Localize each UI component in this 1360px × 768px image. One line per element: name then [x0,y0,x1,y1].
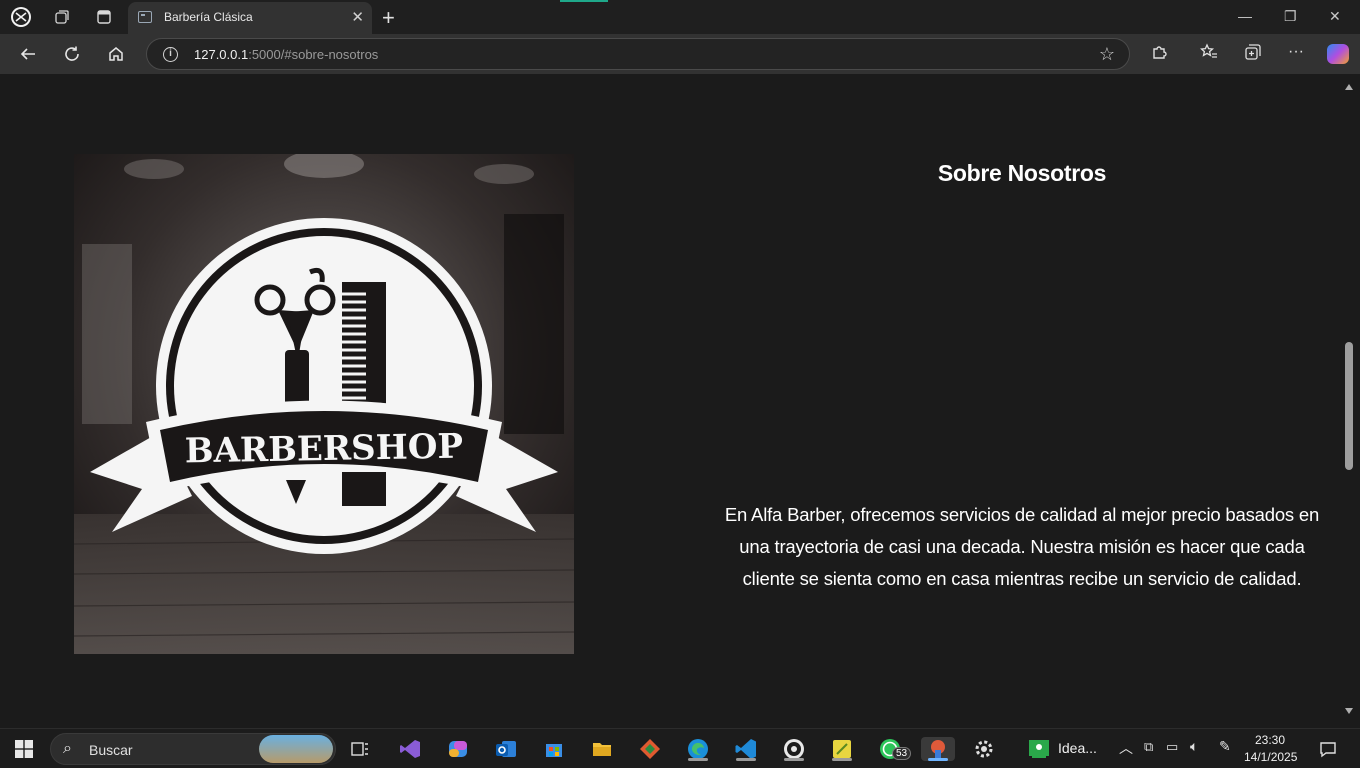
volume-icon[interactable]: 🔈︎ [1190,738,1198,755]
windows-start-icon[interactable] [11,737,37,761]
page-content: BARBERSHOP Sobre Nosotros En Alfa Barber… [4,74,1341,720]
scroll-down-icon[interactable] [1345,708,1353,714]
barbershop-logo-text: BARBERSHOP [185,427,464,472]
browser-tab-active[interactable]: Barbería Clásica ✕ [128,2,372,34]
back-icon[interactable] [17,43,39,65]
outlook-icon[interactable] [493,737,519,761]
barbershop-image: BARBERSHOP [74,154,574,654]
system-clock[interactable]: 23:30 14/1/2025 [1244,732,1298,766]
workspaces-icon[interactable] [51,6,73,28]
pen-icon[interactable]: ✎ [1219,738,1231,755]
vscode-icon[interactable] [733,737,759,761]
windows-taskbar: ⌕ Buscar 53 Idea... ︿ ⧉ ▭ 🔈︎ ✎ 23:30 14/… [0,728,1360,768]
meet-now-icon[interactable]: ⧉ [1144,739,1153,755]
site-info-icon[interactable]: i [163,47,178,62]
titlebar-accent [560,0,608,2]
browser-titlebar: Barbería Clásica ✕ + — ❐ ✕ [0,0,1360,34]
notifications-icon[interactable] [1315,737,1341,761]
address-url[interactable]: 127.0.0.1:5000/#sobre-nosotros [194,47,378,62]
clock-date: 14/1/2025 [1244,750,1298,764]
more-options-icon[interactable]: ··· [1285,43,1307,61]
clock-time: 23:30 [1254,733,1286,747]
address-bar[interactable]: i 127.0.0.1:5000/#sobre-nosotros ☆ [146,38,1130,70]
task-view-icon[interactable] [347,737,373,761]
about-title: Sobre Nosotros [937,160,1107,186]
file-explorer-icon[interactable] [589,737,615,761]
extensions-icon[interactable] [1148,43,1170,66]
tab-close-icon[interactable]: ✕ [351,8,364,26]
favorites-icon[interactable] [1198,43,1220,66]
browser-navbar: i 127.0.0.1:5000/#sobre-nosotros ☆ ··· [0,34,1360,74]
taskbar-search[interactable]: ⌕ Buscar [50,733,336,765]
network-icon[interactable]: ▭ [1166,739,1178,755]
profile-icon[interactable] [10,6,32,28]
home-icon[interactable] [105,43,127,65]
git-tool-icon[interactable] [637,737,663,761]
new-tab-icon[interactable]: + [382,5,395,31]
favorite-star-icon[interactable]: ☆ [1099,44,1115,65]
visual-studio-icon[interactable] [397,737,423,761]
search-label: Buscar [89,742,133,758]
minimize-icon[interactable]: — [1238,8,1252,24]
terminal-favicon-icon [138,11,152,23]
sticky-tool-icon[interactable] [829,737,855,761]
restore-icon[interactable]: ❐ [1284,8,1297,25]
tab-actions-icon[interactable] [93,6,115,28]
page-scrollbar[interactable] [1341,74,1360,720]
whatsapp-badge: 53 [892,747,912,760]
obs-icon[interactable] [781,737,807,761]
window-close-icon[interactable]: ✕ [1329,8,1341,25]
search-highlight-image [259,735,333,763]
idea-app-icon[interactable] [1026,737,1052,761]
scroll-up-icon[interactable] [1345,84,1353,90]
settings-icon[interactable] [971,737,997,761]
edge-icon[interactable] [685,737,711,761]
show-hidden-icons-icon[interactable]: ︿ [1119,738,1133,758]
idea-app-label[interactable]: Idea... [1058,740,1097,756]
active-app-icon[interactable] [921,737,955,761]
microsoft-store-icon[interactable] [541,737,567,761]
tab-title: Barbería Clásica [164,10,253,24]
refresh-icon[interactable] [61,43,83,65]
copilot-icon[interactable] [1327,44,1349,64]
search-icon: ⌕ [63,740,72,757]
about-text: En Alfa Barber, ofrecemos servicios de c… [724,504,1320,589]
scrollbar-thumb[interactable] [1345,342,1353,470]
collections-icon[interactable] [1242,43,1264,66]
copilot-app-icon[interactable] [445,737,471,761]
